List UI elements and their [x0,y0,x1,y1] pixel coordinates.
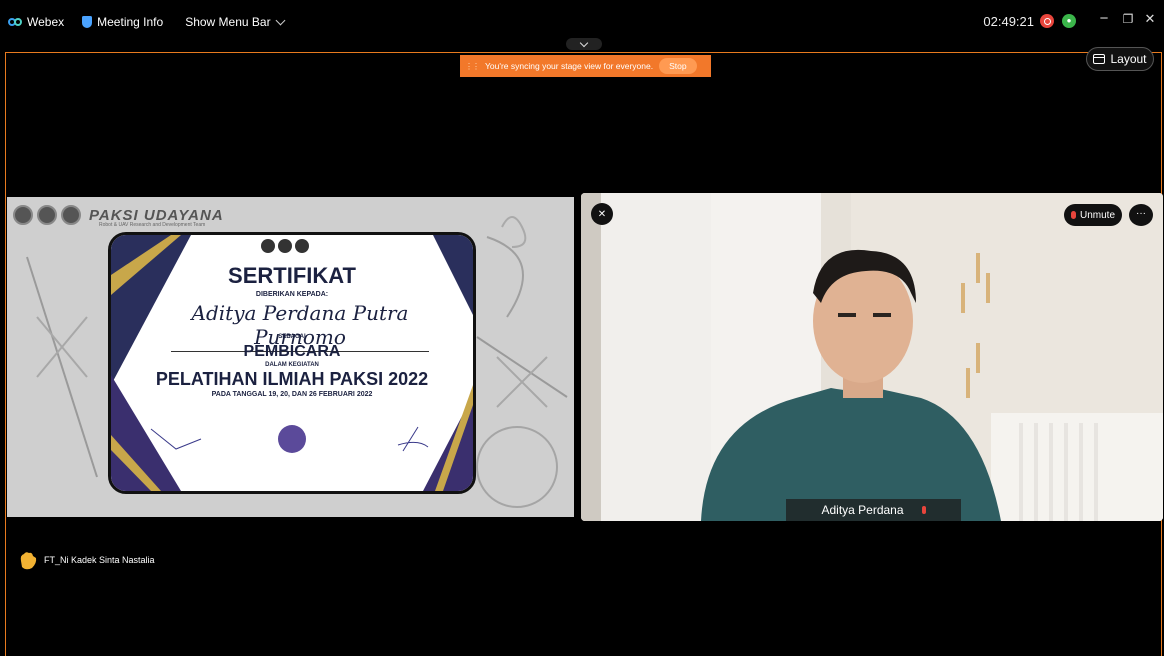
event-label: DALAM KEGIATAN [265,362,319,368]
participant-raised-hand[interactable]: FT_Ni Kadek Sinta Nastalia [18,549,155,571]
paksi-logo-icon [295,239,309,253]
layout-icon [1093,54,1106,64]
webex-menu[interactable]: Webex [8,15,64,29]
layout-button[interactable]: Layout [1086,47,1154,71]
certificate: SERTIFIKAT DIBERIKAN KEPADA: Aditya Perd… [108,232,476,494]
given-to-label: DIBERIKAN KEPADA: [255,291,329,298]
certificate-title: SERTIFIKAT [228,263,356,288]
pin-video-button[interactable]: ✕ [591,203,613,225]
signatures [131,421,453,458]
signature-left [131,421,221,458]
network-status-icon[interactable]: ● [1062,14,1076,28]
more-options-button[interactable]: ··· [1129,204,1153,226]
chevron-down-icon [579,38,589,47]
drag-handle-icon[interactable]: ⋮⋮ [465,62,480,71]
university-logo-icon [13,205,33,225]
stop-sync-button[interactable]: Stop [659,58,697,74]
meeting-info-button[interactable]: Meeting Info [82,15,163,29]
event-name: PELATIHAN ILMIAH PAKSI 2022 [155,369,429,389]
unmute-button[interactable]: Unmute [1064,204,1122,226]
minimize-button[interactable]: − [1094,10,1114,27]
chevron-down-icon [275,15,286,25]
participant-name: FT_Ni Kadek Sinta Nastalia [44,555,155,565]
sync-message: You're syncing your stage view for every… [485,61,654,71]
participant-name: Aditya Perdana [821,503,904,517]
video-frame [581,193,1163,521]
org-subtitle: Robot & UAV Research and Development Tea… [99,222,206,228]
as-label: SEBAGAI [278,334,306,340]
faculty-logo-icon [278,239,292,253]
meeting-info-label: Meeting Info [97,15,164,29]
role: PEMBICARA [243,343,341,360]
event-date: PADA TANGGAL 19, 20, DAN 26 FEBRUARI 202… [211,391,373,398]
muted-mic-icon [1070,211,1076,219]
app-name: Webex [27,15,65,29]
participant-video[interactable]: ✕ Unmute ··· Aditya Perdana [581,193,1163,521]
collapse-toolbar-button[interactable] [566,38,602,50]
signature-center [247,421,337,458]
shield-icon [82,16,93,28]
unmute-label: Unmute [1079,209,1115,221]
show-menu-bar-label: Show Menu Bar [185,15,271,29]
signature-right [363,421,453,458]
sync-stage-banner: ⋮⋮ You're syncing your stage view for ev… [460,55,711,77]
layout-label: Layout [1110,52,1147,66]
participant-name-tag: Aditya Perdana [786,499,961,521]
muted-mic-icon [921,506,926,514]
certificate-logos [261,239,309,253]
faculty-logo-icon [37,205,57,225]
shared-content[interactable]: PAKSI UDAYANA Robot & UAV Research and D… [7,197,574,517]
org-title: PAKSI UDAYANA [89,206,224,224]
meeting-clock: 02:49:21 [983,14,1034,29]
close-button[interactable]: ✕ [1140,11,1160,27]
recording-icon[interactable] [1040,14,1054,28]
raised-hand-icon [20,552,37,570]
paksi-logo-icon [61,205,81,225]
show-menu-bar-button[interactable]: Show Menu Bar [185,15,286,29]
webex-logo-icon [8,17,22,27]
maximize-button[interactable]: ❐ [1118,12,1138,26]
university-logo-icon [261,239,275,253]
